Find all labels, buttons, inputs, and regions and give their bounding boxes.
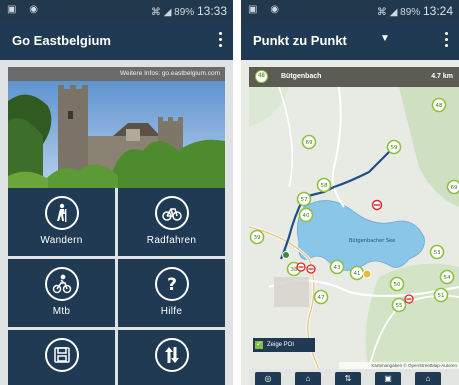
share-button[interactable]: ⌂ xyxy=(415,372,441,385)
route-node-label: 43 xyxy=(334,265,341,271)
app-title: Go Eastbelgium xyxy=(12,33,111,48)
tile-sort[interactable] xyxy=(118,330,225,385)
route-node-label: 39 xyxy=(254,235,261,241)
route-map[interactable]: Bütgenbacher See 48 59 58 57 40 39 38 50 53 54 55 4… xyxy=(249,87,459,369)
route-node-label: 54 xyxy=(444,275,451,281)
notification-icons: ▣ ◉ xyxy=(7,4,43,15)
show-poi-toggle[interactable]: ✓ Zeige POI xyxy=(253,338,315,352)
route-node-label: 47 xyxy=(318,295,325,301)
route-node-marker[interactable]: 54 xyxy=(439,269,455,285)
route-node-label: 58 xyxy=(321,183,328,189)
route-node-label: 40 xyxy=(303,213,310,219)
route-node-marker[interactable]: 53 xyxy=(429,244,445,260)
route-node-marker[interactable]: 40 xyxy=(298,207,314,223)
tile-mtb[interactable]: Mtb xyxy=(8,259,115,327)
route-node-marker[interactable]: 50 xyxy=(389,276,405,292)
route-node-marker[interactable]: 43 xyxy=(329,259,345,275)
app-bar: Go Eastbelgium xyxy=(0,22,233,60)
route-node-marker[interactable]: 69 xyxy=(301,134,317,150)
tile-hilfe[interactable]: ? Hilfe xyxy=(118,259,225,327)
clock: 13:33 xyxy=(196,4,227,18)
tile-radfahren[interactable]: Radfahren xyxy=(118,188,225,256)
location-button[interactable]: ◎ xyxy=(255,372,281,385)
route-node-marker[interactable]: 47 xyxy=(313,289,329,305)
start-place: Bütgenbach xyxy=(281,73,322,80)
tile-label: Wandern xyxy=(40,235,83,246)
bicycle-icon xyxy=(154,196,189,230)
mountain-bike-icon xyxy=(44,267,79,301)
phone-right-route-screen: ▣ ◉ ⌘ ◢ 89% 13:24 Punkt zu Punkt ▼ 48 Bü… xyxy=(241,0,459,385)
save-icon: ▣ xyxy=(384,374,392,383)
checkbox-checked-icon[interactable]: ✓ xyxy=(255,341,263,349)
lake-label: Bütgenbacher See xyxy=(349,238,395,244)
status-bar: ▣ ◉ ⌘ ◢ 89% 13:24 xyxy=(241,0,459,22)
system-status: ⌘ ◢ 89% 13:33 xyxy=(151,4,227,18)
bottom-toolbar: ◎ ⌂ ⇅ ▣ ⌂ xyxy=(249,369,459,385)
notification-icons: ▣ ◉ xyxy=(248,4,284,15)
status-bar: ▣ ◉ ⌘ ◢ 89% 13:33 xyxy=(0,0,233,22)
route-node-label: 59 xyxy=(391,145,398,151)
share-icon: ⌂ xyxy=(425,374,431,383)
route-node-label: 48 xyxy=(436,103,443,109)
location-icon: ◎ xyxy=(264,374,272,383)
home-button[interactable]: ⌂ xyxy=(295,372,321,385)
route-node-label: 69 xyxy=(306,140,313,146)
overflow-menu-icon[interactable] xyxy=(445,32,449,50)
route-node-label: 53 xyxy=(434,250,441,256)
route-node-label: 51 xyxy=(438,293,445,299)
system-status: ⌘ ◢ 89% 13:24 xyxy=(377,4,453,18)
home-icon: ⌂ xyxy=(305,374,311,383)
route-node-label: 41 xyxy=(354,271,361,277)
route-node-marker[interactable]: 51 xyxy=(433,287,449,303)
route-node-label: 57 xyxy=(301,197,308,203)
route-node-marker[interactable]: 39 xyxy=(249,229,265,245)
tile-wandern[interactable]: Wandern xyxy=(8,188,115,256)
overflow-menu-icon[interactable] xyxy=(219,32,223,50)
signal-battery-icons: ⌘ ◢ 89% xyxy=(150,7,195,18)
route-distance: 4.7 km xyxy=(431,73,453,80)
route-button[interactable]: ⇅ xyxy=(335,372,361,385)
tile-save[interactable] xyxy=(8,330,115,385)
sort-arrows-icon xyxy=(154,338,189,372)
route-node-label: 55 xyxy=(396,303,403,309)
chevron-down-icon[interactable]: ▼ xyxy=(380,33,390,44)
route-node-label: 69 xyxy=(451,185,458,191)
phone-left-home-screen: ▣ ◉ ⌘ ◢ 89% 13:33 Go Eastbelgium Weitere… xyxy=(0,0,233,385)
route-node-label: 50 xyxy=(394,282,401,288)
poi-toggle-label: Zeige POI xyxy=(267,342,295,348)
start-node-badge: 48 xyxy=(255,70,268,83)
tile-label: Hilfe xyxy=(160,306,183,317)
svg-text:?: ? xyxy=(167,275,177,294)
route-node-marker[interactable]: 69 xyxy=(446,179,459,195)
route-node-marker[interactable]: 55 xyxy=(391,297,407,313)
route-node-marker[interactable]: 59 xyxy=(386,139,402,155)
route-node-marker[interactable]: 57 xyxy=(296,191,312,207)
route-node-marker[interactable]: 48 xyxy=(431,97,447,113)
route-node-marker[interactable]: 58 xyxy=(316,177,332,193)
map-attribution: Kartenangaben © OpenStreetMap-Autoren xyxy=(339,362,459,369)
route-node-marker[interactable]: 41 xyxy=(349,265,365,281)
castle-photo xyxy=(8,81,225,188)
menu-grid: Wandern Radfahren Mtb ? Hilfe xyxy=(8,188,225,385)
tile-label: Radfahren xyxy=(146,235,197,246)
route-icon: ⇅ xyxy=(344,374,352,383)
save-route-button[interactable]: ▣ xyxy=(375,372,401,385)
save-icon xyxy=(44,338,79,372)
clock: 13:24 xyxy=(422,4,453,18)
route-summary-bar: 48 Bütgenbach 4.7 km xyxy=(249,67,459,87)
signal-battery-icons: ⌘ ◢ 89% xyxy=(376,7,421,18)
hiker-icon xyxy=(44,196,79,230)
app-bar: Punkt zu Punkt ▼ xyxy=(241,22,459,60)
help-icon: ? xyxy=(154,267,189,301)
screen-title[interactable]: Punkt zu Punkt xyxy=(253,33,347,48)
info-banner[interactable]: Weitere Infos: go.eastbelgium.com xyxy=(8,67,225,81)
tile-label: Mtb xyxy=(52,306,71,317)
